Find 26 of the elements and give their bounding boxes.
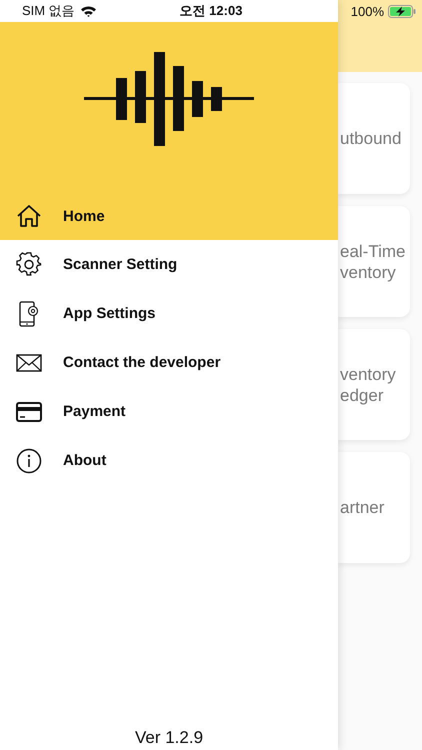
menu-card[interactable]: utbound bbox=[338, 83, 410, 194]
menu-item[interactable]: Contact the developer bbox=[0, 338, 338, 387]
menu-item[interactable]: Scanner Setting bbox=[0, 240, 338, 289]
carrier-label: SIM 없음 bbox=[22, 2, 75, 20]
version-label: Ver 1.2.9 bbox=[134, 728, 204, 749]
waveform-logo-icon bbox=[84, 52, 254, 146]
card-label: ventory bbox=[339, 364, 397, 384]
menu-item[interactable]: Payment bbox=[0, 387, 338, 436]
card-label: artner bbox=[339, 497, 386, 518]
wifi-icon bbox=[80, 5, 97, 17]
battery-charging-icon bbox=[388, 4, 416, 18]
menu-card[interactable]: ventory edger bbox=[338, 329, 410, 440]
card-label: ventory bbox=[339, 262, 397, 282]
menu-item[interactable]: App Settings bbox=[0, 289, 338, 338]
battery-percent: 100% bbox=[350, 4, 384, 18]
card-label: edger bbox=[339, 384, 384, 406]
info-icon bbox=[16, 448, 42, 474]
card-label: eal-Time bbox=[339, 240, 406, 262]
menu-card[interactable]: eal-Time ventory bbox=[338, 206, 410, 317]
home-icon bbox=[16, 203, 42, 229]
clock-label: 오전 12:03 bbox=[180, 2, 242, 20]
menu-card[interactable]: artner bbox=[338, 452, 410, 563]
card-label: utbound bbox=[339, 128, 402, 149]
menu-item[interactable]: About bbox=[0, 436, 338, 485]
menu-item[interactable]: Home bbox=[0, 192, 338, 240]
settings-icon bbox=[16, 252, 42, 278]
